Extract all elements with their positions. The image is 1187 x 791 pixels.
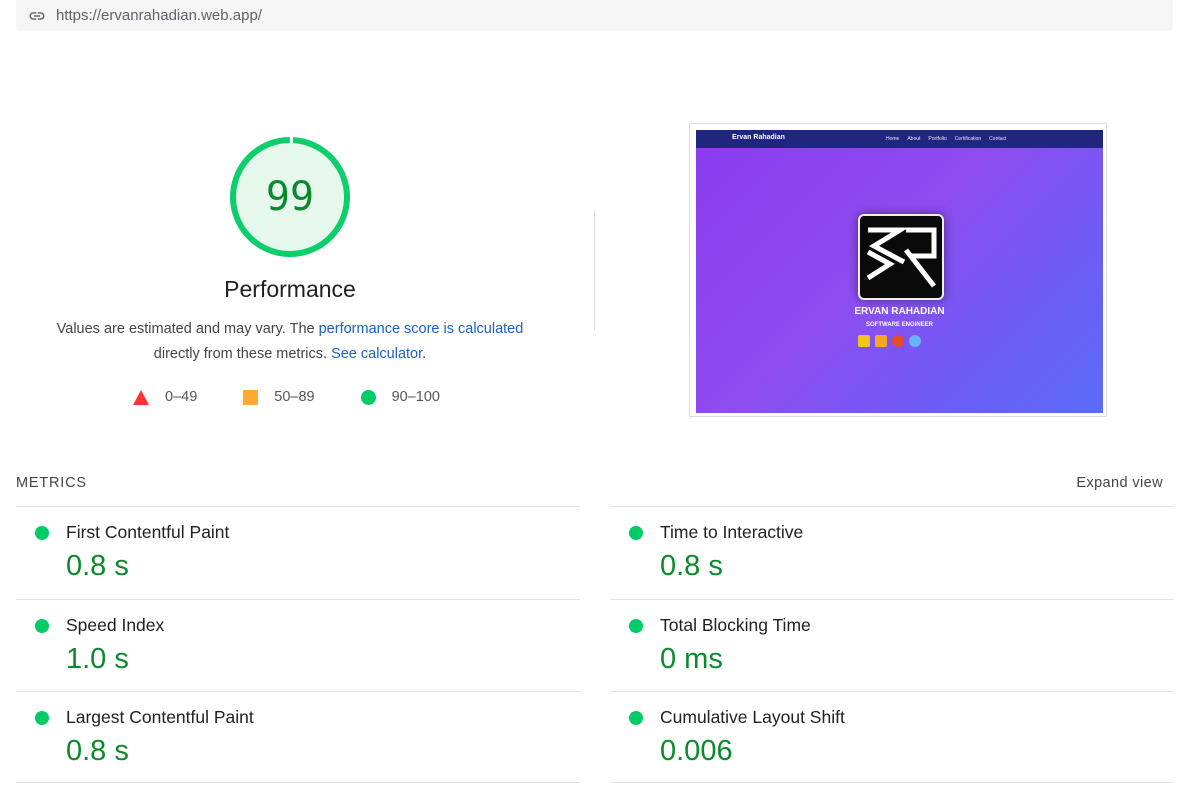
metric-largest-contentful-paint: Largest Contentful Paint 0.8 s [16,691,580,783]
desc-suffix: . [422,346,427,362]
pass-icon [35,619,49,633]
performance-score-link[interactable]: performance score is calculated [319,321,524,337]
gauge-description: Values are estimated and may vary. The p… [30,317,550,367]
metric-label: Time to Interactive [660,522,804,542]
preview-menu-home: Home [886,136,900,142]
preview-brand: Ervan Rahadian [732,134,785,141]
url-text[interactable]: https://ervanrahadian.web.app/ [56,7,262,24]
preview-menu: Home About Portfolio Certification Conta… [886,136,1006,142]
score-legend: 0–49 50–89 90–100 [133,389,486,405]
link-icon [28,7,46,25]
metric-value: 0.006 [660,735,733,767]
metric-label: Largest Contentful Paint [66,707,254,727]
preview-tech-icons [858,335,921,347]
metric-label: Total Blocking Time [660,615,811,635]
gauge-title: Performance [224,276,356,302]
desc-prefix: Values are estimated and may vary. The [56,321,319,337]
circle-icon [360,389,376,405]
er-logo-icon [866,227,937,288]
metrics-header: METRICS [16,475,87,491]
preview-logo [858,214,944,300]
pass-icon [35,711,49,725]
metrics-divider [16,782,580,783]
metric-value: 0.8 s [66,735,129,767]
legend-item-fail: 0–49 [133,389,197,405]
legend-label-fail: 0–49 [165,389,198,405]
triangle-icon [133,389,149,405]
preview-menu-about: About [907,136,921,142]
screenshot-image: Ervan Rahadian Home About Portfolio Cert… [696,130,1103,413]
preview-name: ERVAN RAHADIAN [854,306,945,317]
metrics-divider [610,782,1174,783]
pass-icon [629,711,643,725]
performance-gauge: 99 [228,135,352,259]
metric-label: First Contentful Paint [66,522,230,542]
url-bar: https://ervanrahadian.web.app/ [16,0,1173,31]
metric-total-blocking-time: Total Blocking Time 0 ms [610,599,1174,691]
preview-role: SOFTWARE ENGINEER [865,322,933,328]
metric-first-contentful-paint: First Contentful Paint 0.8 s [16,506,580,598]
pass-icon [35,526,49,540]
section-divider [594,210,595,330]
metric-label: Speed Index [66,615,165,635]
legend-item-average: 50–89 [243,389,315,405]
metric-speed-index: Speed Index 1.0 s [16,599,580,691]
metric-value: 0.8 s [660,550,723,582]
expand-view-button[interactable]: Expand view [1076,475,1163,491]
preview-menu-portfolio: Portfolio [928,136,947,142]
legend-item-pass: 90–100 [360,389,440,405]
metric-value: 0 ms [660,643,723,675]
html-icon [892,335,904,347]
legend-label-pass: 90–100 [391,389,440,405]
pass-icon [629,619,643,633]
pass-icon [629,526,643,540]
metric-cumulative-layout-shift: Cumulative Layout Shift 0.006 [610,691,1174,783]
js-icon [858,335,870,347]
preview-menu-contact: Contact [989,136,1007,142]
final-screenshot: Ervan Rahadian Home About Portfolio Cert… [689,123,1107,417]
legend-label-average: 50–89 [274,389,315,405]
see-calculator-link[interactable]: See calculator [331,346,422,362]
metric-time-to-interactive: Time to Interactive 0.8 s [610,506,1174,598]
preview-menu-certification: Certification [954,136,982,142]
react-icon [909,335,921,347]
square-icon [243,389,259,405]
desc-middle: directly from these metrics. [153,346,332,362]
preview-navbar: Ervan Rahadian Home About Portfolio Cert… [696,130,1103,148]
metric-value: 1.0 s [66,643,129,675]
performance-score: 99 [265,174,315,220]
metric-value: 0.8 s [66,550,129,582]
firebase-icon [875,335,887,347]
metric-label: Cumulative Layout Shift [660,707,845,727]
